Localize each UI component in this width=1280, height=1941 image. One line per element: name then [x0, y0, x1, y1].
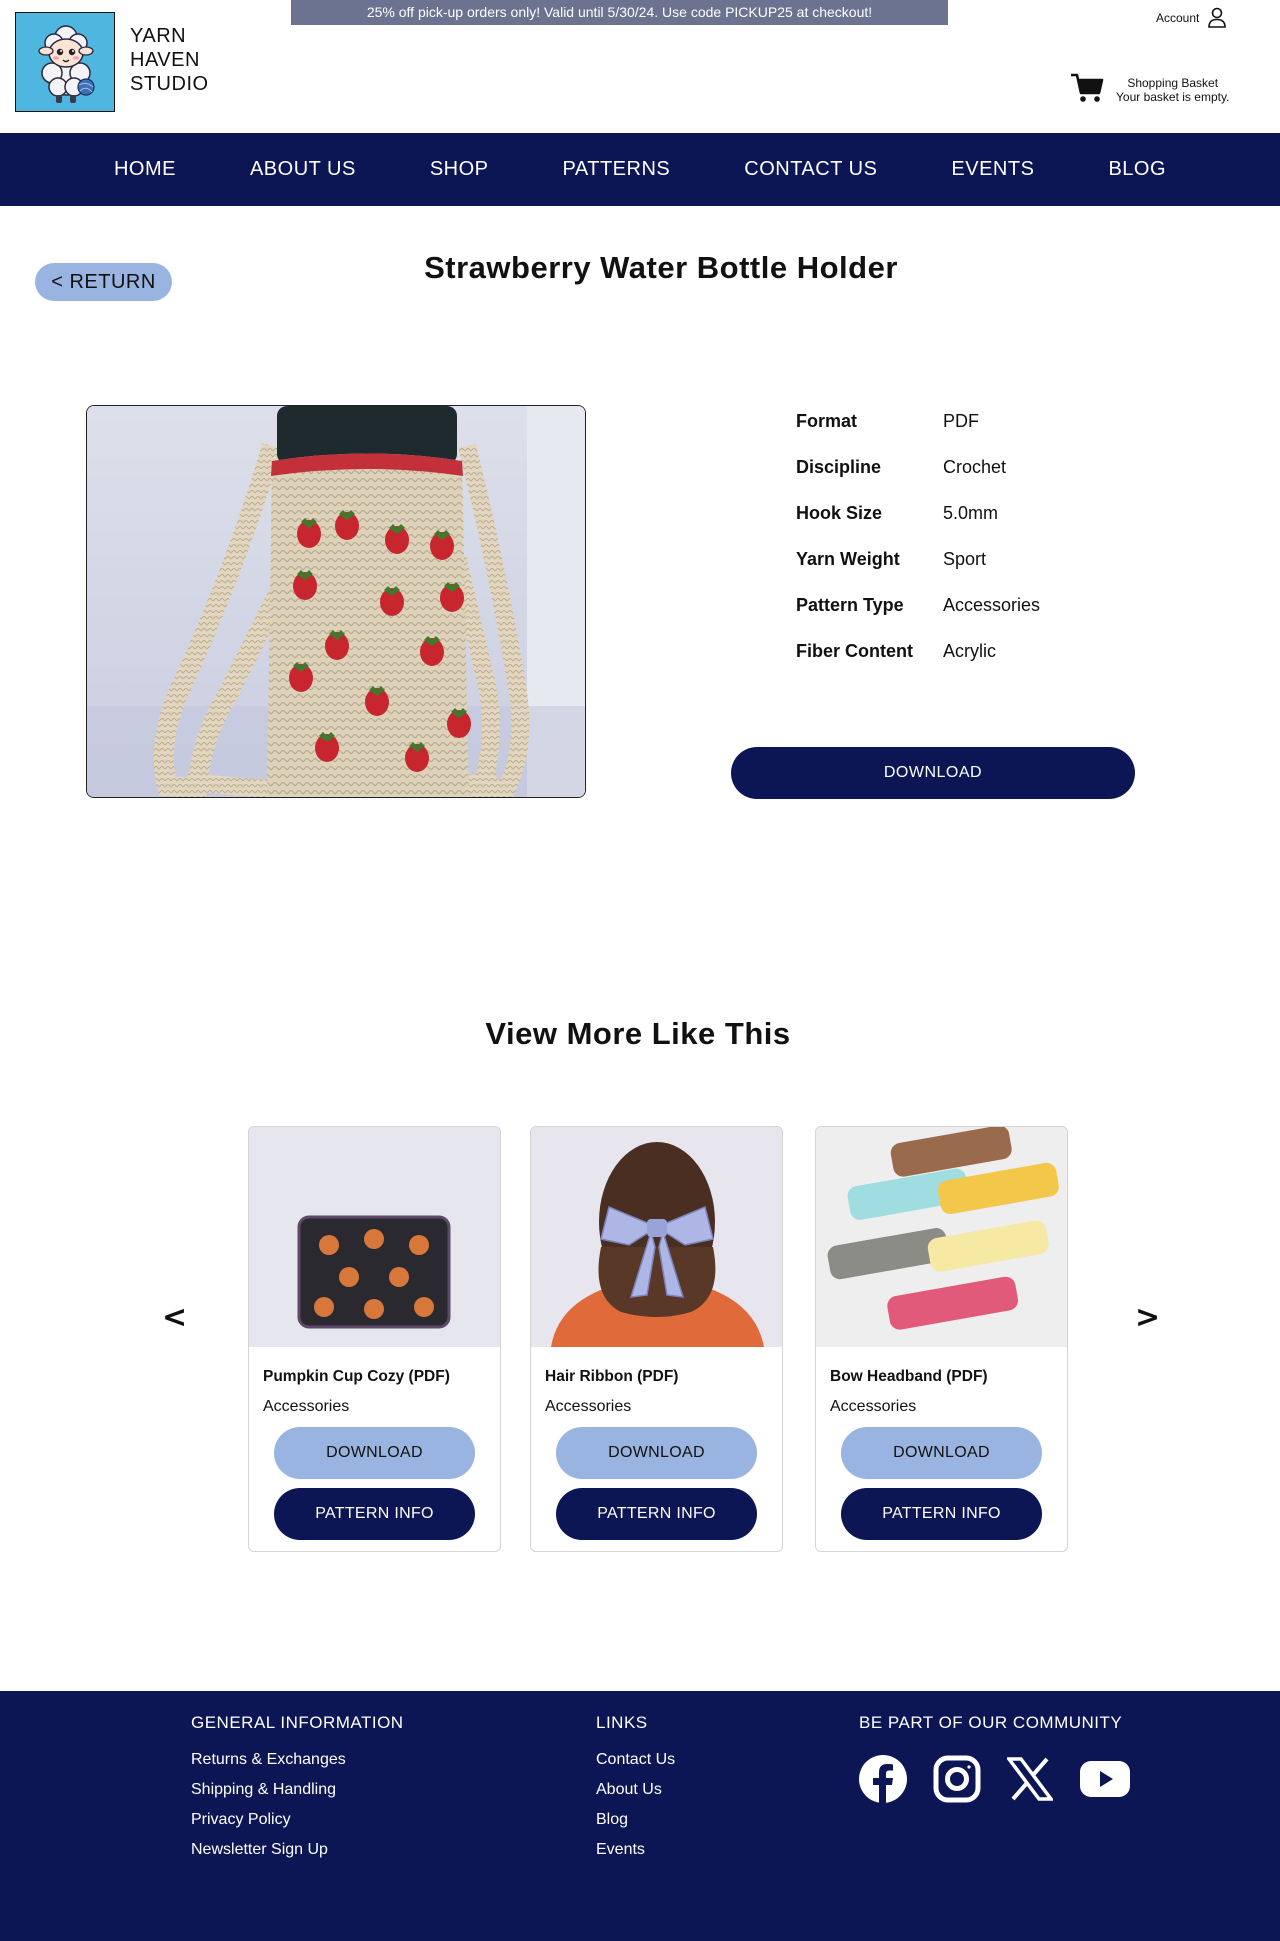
- account-link[interactable]: Account: [1156, 6, 1227, 30]
- footer-link-newsletter[interactable]: Newsletter Sign Up: [191, 1835, 404, 1865]
- footer-link-blog[interactable]: Blog: [596, 1805, 675, 1835]
- footer-link-about[interactable]: About Us: [596, 1775, 675, 1805]
- spec-value: Crochet: [943, 456, 1007, 477]
- spec-value: Accessories: [943, 594, 1041, 615]
- carousel-next-button[interactable]: >: [1135, 1300, 1160, 1335]
- card-pattern-info-button[interactable]: PATTERN INFO: [274, 1488, 475, 1540]
- x-icon[interactable]: [1005, 1757, 1055, 1806]
- product-card-image: [249, 1127, 500, 1347]
- nav-item-home[interactable]: HOME: [77, 158, 213, 181]
- spec-row: Discipline Crochet: [796, 444, 1040, 490]
- card-download-button[interactable]: DOWNLOAD: [841, 1427, 1042, 1479]
- product-card-category: Accessories: [830, 1398, 917, 1415]
- nav-item-about-us[interactable]: ABOUT US: [213, 158, 393, 181]
- product-card[interactable]: Bow Headband (PDF) Accessories DOWNLOAD …: [815, 1126, 1068, 1552]
- card-pattern-info-button[interactable]: PATTERN INFO: [556, 1488, 757, 1540]
- main-nav: HOME ABOUT US SHOP PATTERNS CONTACT US E…: [0, 133, 1280, 206]
- spec-key: Yarn Weight: [796, 548, 900, 569]
- facebook-icon[interactable]: [859, 1755, 907, 1808]
- spec-value: Sport: [943, 548, 987, 569]
- spec-key: Fiber Content: [796, 640, 913, 661]
- nav-item-contact-us[interactable]: CONTACT US: [707, 158, 914, 181]
- product-card-name: Hair Ribbon (PDF): [545, 1368, 679, 1385]
- footer-heading: LINKS: [596, 1713, 648, 1732]
- instagram-icon[interactable]: [933, 1755, 981, 1808]
- footer-link-shipping[interactable]: Shipping & Handling: [191, 1775, 404, 1805]
- brand-line: HAVEN: [130, 49, 200, 71]
- product-card[interactable]: Hair Ribbon (PDF) Accessories DOWNLOAD P…: [530, 1126, 783, 1552]
- cart-icon: [1070, 72, 1104, 108]
- nav-item-events[interactable]: EVENTS: [914, 158, 1071, 181]
- brand-name[interactable]: YARN HAVEN STUDIO: [130, 24, 250, 96]
- brand-line: YARN: [130, 25, 187, 47]
- product-card-name: Pumpkin Cup Cozy (PDF): [263, 1368, 450, 1385]
- product-card-image: [531, 1127, 782, 1347]
- spec-row: Format PDF: [796, 398, 1040, 444]
- product-card-category: Accessories: [545, 1398, 632, 1415]
- spec-row: Fiber Content Acrylic: [796, 628, 1040, 674]
- social-links: [859, 1755, 1131, 1808]
- spec-key: Pattern Type: [796, 594, 904, 615]
- spec-key: Format: [796, 410, 858, 431]
- spec-row: Pattern Type Accessories: [796, 582, 1040, 628]
- product-card-name: Bow Headband (PDF): [830, 1368, 988, 1385]
- spec-value: PDF: [943, 410, 979, 431]
- nav-item-shop[interactable]: SHOP: [393, 158, 526, 181]
- account-label: Account: [1156, 11, 1200, 25]
- promo-banner: 25% off pick-up orders only! Valid until…: [291, 0, 948, 25]
- basket-title: Shopping Basket: [1127, 76, 1219, 90]
- shopping-basket[interactable]: Shopping Basket Your basket is empty.: [1070, 72, 1229, 108]
- spec-key: Hook Size: [796, 502, 883, 523]
- product-card-category: Accessories: [263, 1398, 350, 1415]
- footer-link-contact[interactable]: Contact Us: [596, 1745, 675, 1775]
- download-button[interactable]: DOWNLOAD: [731, 747, 1135, 799]
- spec-row: Hook Size 5.0mm: [796, 490, 1040, 536]
- user-icon: [1207, 6, 1227, 31]
- page-title: Strawberry Water Bottle Holder: [424, 250, 898, 285]
- spec-table: Format PDF Discipline Crochet Hook Size …: [796, 398, 1040, 674]
- basket-status: Your basket is empty.: [1116, 90, 1230, 104]
- logo-sheep-icon[interactable]: [15, 12, 115, 112]
- product-card-image: [816, 1127, 1067, 1347]
- card-pattern-info-button[interactable]: PATTERN INFO: [841, 1488, 1042, 1540]
- carousel-prev-button[interactable]: <: [162, 1300, 187, 1335]
- spec-row: Yarn Weight Sport: [796, 536, 1040, 582]
- nav-item-blog[interactable]: BLOG: [1071, 158, 1203, 181]
- related-section-title: View More Like This: [485, 1016, 791, 1051]
- site-footer: GENERAL INFORMATION Returns & Exchanges …: [0, 1691, 1280, 1941]
- footer-link-privacy[interactable]: Privacy Policy: [191, 1805, 404, 1835]
- spec-value: Acrylic: [943, 640, 996, 661]
- spec-key: Discipline: [796, 456, 882, 477]
- card-download-button[interactable]: DOWNLOAD: [274, 1427, 475, 1479]
- footer-heading: GENERAL INFORMATION: [191, 1713, 404, 1732]
- product-card[interactable]: Pumpkin Cup Cozy (PDF) Accessories DOWNL…: [248, 1126, 501, 1552]
- spec-value: 5.0mm: [943, 502, 999, 523]
- footer-link-returns[interactable]: Returns & Exchanges: [191, 1745, 404, 1775]
- footer-links: LINKS Contact Us About Us Blog Events: [596, 1713, 675, 1865]
- site-header: YARN HAVEN STUDIO 25% off pick-up orders…: [0, 0, 1280, 132]
- brand-line: STUDIO: [130, 73, 209, 95]
- basket-summary: Shopping Basket Your basket is empty.: [1116, 76, 1229, 104]
- youtube-icon[interactable]: [1079, 1760, 1131, 1803]
- footer-community: BE PART OF OUR COMMUNITY: [859, 1713, 1131, 1808]
- footer-general-info: GENERAL INFORMATION Returns & Exchanges …: [191, 1713, 404, 1865]
- footer-link-events[interactable]: Events: [596, 1835, 675, 1865]
- nav-item-patterns[interactable]: PATTERNS: [526, 158, 708, 181]
- footer-heading: BE PART OF OUR COMMUNITY: [859, 1713, 1123, 1732]
- product-image: [86, 405, 586, 798]
- card-download-button[interactable]: DOWNLOAD: [556, 1427, 757, 1479]
